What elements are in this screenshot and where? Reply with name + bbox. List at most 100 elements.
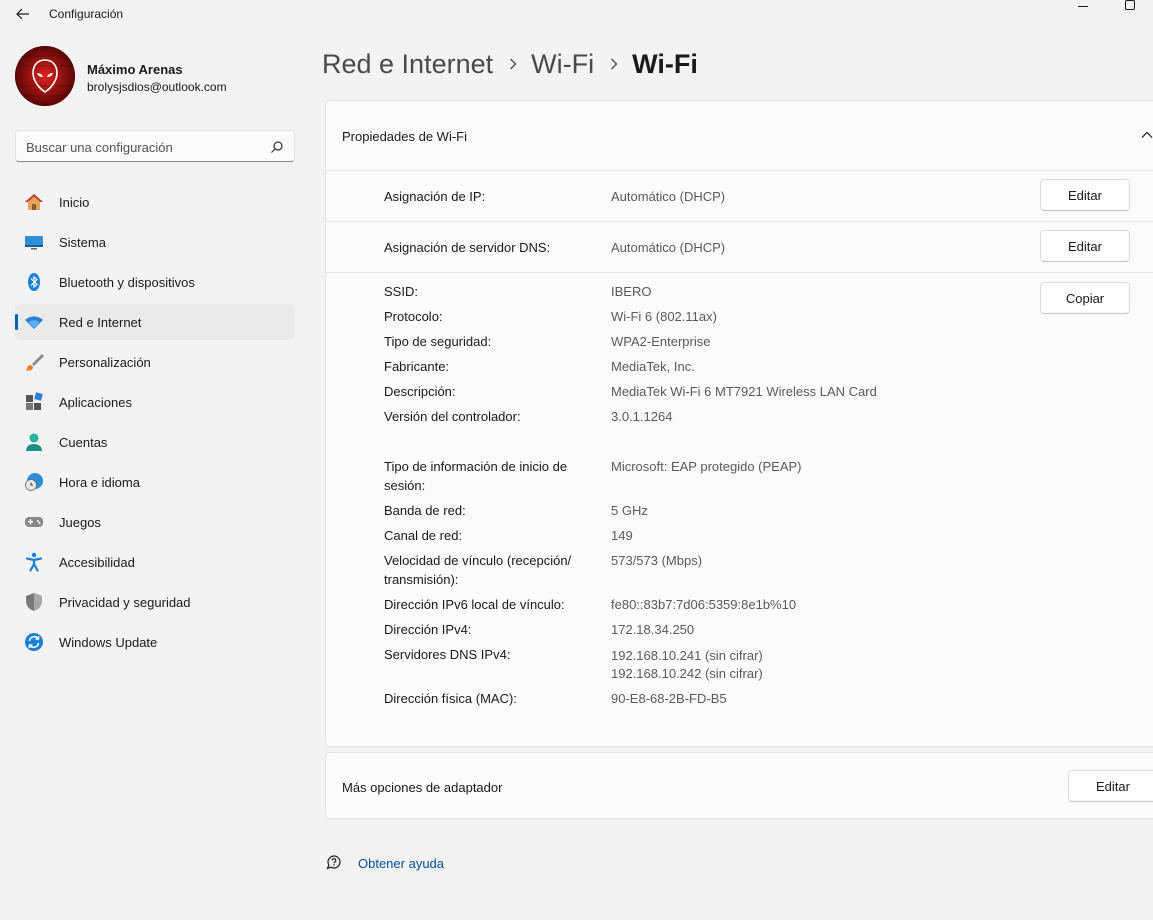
sidebar-item-label: Bluetooth y dispositivos xyxy=(59,275,195,290)
apps-icon xyxy=(26,392,43,410)
network-band-value: 5 GHz xyxy=(611,503,648,518)
sidebar-item-sistema[interactable]: Sistema xyxy=(15,224,295,260)
dns-assignment-label: Asignación de servidor DNS: xyxy=(384,240,551,255)
shield-icon xyxy=(26,593,42,611)
mac-address-label: Dirección física (MAC): xyxy=(384,691,517,706)
security-type-value: WPA2-Enterprise xyxy=(611,334,711,349)
sign-in-info-label-line1: Tipo de información de inicio de xyxy=(384,459,568,474)
ipv4-value: 172.18.34.250 xyxy=(611,622,695,637)
user-name: Máximo Arenas xyxy=(87,62,183,77)
sidebar-item-label: Sistema xyxy=(59,235,106,250)
adapter-options-card: Más opciones de adaptador Editar xyxy=(325,752,1153,819)
accounts-icon xyxy=(26,433,42,451)
link-speed-label-line2: transmisión): xyxy=(384,572,459,587)
sidebar-item-label: Personalización xyxy=(59,355,151,370)
link-speed-label-line1: Velocidad de vínculo (recepción/ xyxy=(384,553,572,568)
sidebar-item-cuentas[interactable]: Cuentas xyxy=(15,424,295,460)
alien-avatar-icon xyxy=(15,46,75,106)
ip-assignment-label: Asignación de IP: xyxy=(384,189,486,204)
dns-assignment-value: Automático (DHCP) xyxy=(611,240,726,255)
manufacturer-value: MediaTek, Inc. xyxy=(611,359,695,374)
ipv4-label: Dirección IPv4: xyxy=(384,622,472,637)
dns-servers-label: Servidores DNS IPv4: xyxy=(384,647,511,662)
protocol-value: Wi-Fi 6 (802.11ax) xyxy=(611,309,717,324)
ip-assignment-value: Automático (DHCP) xyxy=(611,189,726,204)
help-icon xyxy=(326,855,341,870)
ssid-label: SSID: xyxy=(384,284,418,299)
link-speed-value: 573/573 (Mbps) xyxy=(611,553,703,568)
driver-version-label: Versión del controlador: xyxy=(384,409,521,424)
breadcrumb-item-red-internet[interactable]: Red e Internet xyxy=(322,49,493,80)
manufacturer-label: Fabricante: xyxy=(384,359,450,374)
sidebar-item-juegos[interactable]: Juegos xyxy=(15,504,295,540)
card-title: Propiedades de Wi-Fi xyxy=(342,129,467,144)
description-value: MediaTek Wi-Fi 6 MT7921 Wireless LAN Car… xyxy=(611,384,877,399)
sign-in-info-label-line2: sesión: xyxy=(384,478,426,493)
mac-address-value: 90-E8-68-2B-FD-B5 xyxy=(611,691,727,706)
adapter-options-label: Más opciones de adaptador xyxy=(342,780,503,795)
minimize-button[interactable] xyxy=(1078,0,1090,12)
brush-icon xyxy=(25,354,44,371)
security-type-label: Tipo de seguridad: xyxy=(384,334,492,349)
sidebar-item-inicio[interactable]: Inicio xyxy=(15,184,295,220)
bluetooth-icon xyxy=(28,273,40,291)
update-icon xyxy=(25,633,43,651)
sidebar-item-aplicaciones[interactable]: Aplicaciones xyxy=(15,384,295,420)
protocol-label: Protocolo: xyxy=(384,309,443,324)
sidebar-item-label: Hora e idioma xyxy=(59,475,140,490)
app-title: Configuración xyxy=(49,7,124,21)
back-button[interactable] xyxy=(12,3,34,25)
sidebar-item-bluetooth[interactable]: Bluetooth y dispositivos xyxy=(15,264,295,300)
search-box[interactable] xyxy=(15,130,295,162)
network-band-label: Banda de red: xyxy=(384,503,466,518)
sidebar-item-personalizacion[interactable]: Personalización xyxy=(15,344,295,380)
sidebar-item-label: Aplicaciones xyxy=(59,395,132,410)
wifi-details-list: Copiar SSID: IBERO Protocolo: Wi-Fi 6 (8… xyxy=(326,273,1153,743)
search-icon[interactable] xyxy=(270,140,284,154)
gamepad-icon xyxy=(25,517,43,527)
driver-version-value: 3.0.1.1264 xyxy=(611,409,673,424)
chevron-right-icon xyxy=(610,58,618,70)
ip-assignment-row: Asignación de IP: Automático (DHCP) Edit… xyxy=(326,171,1153,222)
sidebar-item-label: Cuentas xyxy=(59,435,108,450)
sidebar-item-accesibilidad[interactable]: Accesibilidad xyxy=(15,544,295,580)
sidebar-item-privacidad[interactable]: Privacidad y seguridad xyxy=(15,584,295,620)
dns-assignment-row: Asignación de servidor DNS: Automático (… xyxy=(326,222,1153,273)
wifi-properties-card: Propiedades de Wi-Fi Asignación de IP: A… xyxy=(325,100,1153,747)
system-icon xyxy=(25,236,43,250)
breadcrumb-item-wifi[interactable]: Wi-Fi xyxy=(531,49,594,80)
sidebar-item-label: Red e Internet xyxy=(59,315,142,330)
copy-button[interactable]: Copiar xyxy=(1040,282,1130,314)
edit-ip-button[interactable]: Editar xyxy=(1040,179,1130,211)
edit-adapter-button[interactable]: Editar xyxy=(1068,770,1153,802)
sidebar-item-windows-update[interactable]: Windows Update xyxy=(15,624,295,660)
wifi-properties-header[interactable]: Propiedades de Wi-Fi xyxy=(326,101,1153,171)
get-help-link[interactable]: Obtener ayuda xyxy=(358,856,444,871)
maximize-button[interactable] xyxy=(1125,0,1135,10)
network-channel-label: Canal de red: xyxy=(384,528,463,543)
chevron-right-icon xyxy=(509,58,517,70)
sidebar-nav: Inicio Sistema Bluetooth y dispositivos … xyxy=(15,184,295,664)
search-input[interactable] xyxy=(26,137,256,157)
description-label: Descripción: xyxy=(384,384,456,399)
sidebar-item-label: Juegos xyxy=(59,515,101,530)
user-email: brolysjsdios@outlook.com xyxy=(87,80,227,94)
ssid-value: IBERO xyxy=(611,284,652,299)
page-title: Wi-Fi xyxy=(632,48,698,79)
dns-server-1-value: 192.168.10.241 (sin cifrar) xyxy=(611,648,763,663)
avatar[interactable] xyxy=(15,46,75,106)
wifi-icon xyxy=(25,316,43,329)
time-language-icon xyxy=(25,473,43,491)
network-channel-value: 149 xyxy=(611,528,633,543)
dns-server-2-value: 192.168.10.242 (sin cifrar) xyxy=(611,666,763,681)
chevron-up-icon[interactable] xyxy=(1141,130,1153,140)
sidebar-item-red-internet[interactable]: Red e Internet xyxy=(15,304,295,340)
sidebar-item-label: Inicio xyxy=(59,195,90,210)
sidebar-item-hora-idioma[interactable]: Hora e idioma xyxy=(15,464,295,500)
edit-dns-button[interactable]: Editar xyxy=(1040,230,1130,262)
selection-indicator xyxy=(15,314,18,330)
accessibility-icon xyxy=(25,552,43,572)
sign-in-info-value: Microsoft: EAP protegido (PEAP) xyxy=(611,459,802,474)
breadcrumb: Red e Internet Wi-Fi Wi-Fi xyxy=(322,44,698,84)
sidebar-item-label: Privacidad y seguridad xyxy=(59,595,191,610)
